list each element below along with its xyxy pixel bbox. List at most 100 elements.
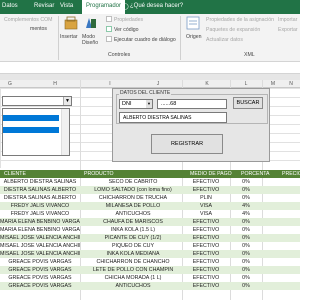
cell-producto[interactable]: INKA KOLA MEDIANA [84,251,182,257]
table-row[interactable]: MARIA ELENA BENBINO VARGAS INKA KOLA (1.5… [0,226,300,234]
formula-bar[interactable] [0,62,300,74]
cell-cliente[interactable]: GREACE POVIS VARGAS [0,267,80,273]
cell-medio-pago[interactable]: PLIN [182,195,230,201]
table-row[interactable]: GREACE POVIS VARGAS CHICHA MORADA (1 L) EF… [0,274,300,282]
register-button[interactable]: REGISTRAR [151,134,223,154]
cell-producto[interactable]: CHICHA MORADA (1 L) [84,275,182,281]
table-row[interactable]: MISAEL JOSE VALENCIA ANCHIRAICO PICANTE D… [0,234,300,242]
header-medio-pago[interactable]: MEDIO DE PAGO [190,171,232,177]
cell-producto[interactable]: INKA KOLA (1.5 L) [84,227,182,233]
table-row[interactable]: GREACE POVIS VARGAS LETE DE POLLO CON CHA… [0,266,300,274]
cell-medio-pago[interactable]: VISA [182,203,230,209]
chevron-down-icon[interactable]: ▼ [63,97,71,105]
cell-porcentaje[interactable]: 0% [231,283,261,289]
cell-producto[interactable]: PICANTE DE CUY (1/2) [84,235,182,241]
tab-programador[interactable]: Programador [82,0,126,14]
cell-cliente[interactable]: MISAEL JOSE VALENCIA ANCHIRAICO [0,235,80,241]
cell-cliente[interactable]: FREDY JALIS VIVANCO [0,203,80,209]
xml-source-icon[interactable] [186,16,200,30]
cell-medio-pago[interactable]: EFECTIVO [182,267,230,273]
toolbox-icon[interactable] [64,16,78,30]
cell-producto[interactable]: SECO DE CABRITO [84,179,182,185]
cell-medio-pago[interactable]: EFECTIVO [182,259,230,265]
view-code-button[interactable]: Ver código [114,27,139,33]
design-mode-icon[interactable] [84,16,98,30]
design-mode-button[interactable]: Modo Diseño [82,34,102,46]
cell-porcentaje[interactable]: 0% [231,235,261,241]
cell-porcentaje[interactable]: 0% [231,251,261,257]
cell-medio-pago[interactable]: EFECTIVO [182,243,230,249]
cell-producto[interactable]: LOMO SALTADO (con loma fino) [84,187,182,193]
table-row[interactable]: MISAEL JOSE VALENCIA ANCHIRAICO PIQUEO DE… [0,242,300,250]
cell-porcentaje[interactable]: 0% [231,179,261,185]
list-item-selected[interactable] [3,127,59,133]
table-row[interactable]: MISAEL JOSE VALENCIA ANCHIRAICO INKA KOLA… [0,250,300,258]
tab-datos[interactable]: Datos [2,3,18,9]
client-combobox[interactable]: ▼ [2,96,72,106]
cell-medio-pago[interactable]: EFECTIVO [182,227,230,233]
insert-button[interactable]: Insertar [60,34,78,40]
cell-medio-pago[interactable]: EFECTIVO [182,251,230,257]
expansion-packs-button[interactable]: Paquetes de expansión [206,27,260,33]
client-listbox[interactable] [2,108,70,156]
cell-porcentaje[interactable]: 0% [231,227,261,233]
map-properties-button[interactable]: Propiedades de la asignación [206,17,274,23]
cell-porcentaje[interactable]: 0% [231,259,261,265]
cell-porcentaje[interactable]: 0% [231,275,261,281]
cell-producto[interactable]: CHICHARRÓN DE CHANCHO [84,259,182,265]
client-name-field[interactable]: ALBERTO DIESTRA SALINAS [119,112,227,123]
cell-porcentaje[interactable]: 0% [231,219,261,225]
cell-medio-pago[interactable]: EFECTIVO [182,187,230,193]
cell-porcentaje[interactable]: 4% [231,211,261,217]
cell-producto[interactable]: MILANESA DE POLLO [84,203,182,209]
cell-porcentaje[interactable]: 0% [231,195,261,201]
cell-cliente[interactable]: MARIA ELENA BENBINO VARGAS [0,219,80,225]
cell-medio-pago[interactable]: EFECTIVO [182,275,230,281]
cell-porcentaje[interactable]: 0% [231,187,261,193]
run-dialog-button[interactable]: Ejecutar cuadro de diálogo [114,37,176,43]
table-row[interactable]: MARIA ELENA BENBINO VARGAS CHAUFA DE MARI… [0,218,300,226]
column-header[interactable]: G [0,81,20,87]
cell-medio-pago[interactable]: EFECTIVO [182,235,230,241]
cell-cliente[interactable]: GREACE POVIS VARGAS [0,275,80,281]
cell-producto[interactable]: LETE DE POLLO CON CHAMPIN [84,267,182,273]
tab-revisar[interactable]: Revisar [34,3,54,9]
properties-button[interactable]: Propiedades [114,17,143,23]
cell-medio-pago[interactable]: VISA [182,211,230,217]
column-header[interactable]: K [186,81,228,87]
tab-ayuda[interactable]: ◯ [122,3,129,10]
cell-producto[interactable]: CHAUFA DE MARISCOS [84,219,182,225]
header-producto[interactable]: PRODUCTO [84,171,114,177]
cell-cliente[interactable]: GREACE POVIS VARGAS [0,259,80,265]
table-row[interactable]: DIESTRA SALINAS ALBERTO LOMO SALTADO (con… [0,186,300,194]
tab-vista[interactable]: Vista [60,3,73,9]
cell-cliente[interactable]: GREACE POVIS VARGAS [0,283,80,289]
doc-number-input[interactable]: ......68 [157,99,227,109]
cell-medio-pago[interactable]: EFECTIVO [182,283,230,289]
listbox-scrollbar[interactable] [61,109,69,155]
column-header[interactable]: J [130,81,186,87]
cell-porcentaje[interactable]: 4% [231,203,261,209]
table-row[interactable]: DIESTRA SALINAS ALBERTO CHICHARRÓN DE TRU… [0,194,300,202]
export-button[interactable]: Exportar [278,27,298,33]
table-row[interactable]: GREACE POVIS VARGASANTICUCHOSEFECTIVO0%S… [0,282,300,290]
cell-cliente[interactable]: MARIA ELENA BENBINO VARGAS [0,227,80,233]
cell-cliente[interactable]: FREDY JALIS VIVANCO [0,211,80,217]
header-porcentaje[interactable]: PORCENTA [241,171,269,177]
cell-cliente[interactable]: MISAEL JOSE VALENCIA ANCHIRAICO [0,251,80,257]
cell-medio-pago[interactable]: EFECTIVO [182,219,230,225]
cell-medio-pago[interactable]: EFECTIVO [182,179,230,185]
column-header[interactable]: M [264,81,282,87]
cell-producto[interactable]: ANTICUCHOS [84,211,182,217]
cell-producto[interactable]: CHICHARRÓN DE TRUCHA [84,195,182,201]
import-button[interactable]: Importar [278,17,297,23]
cell-producto[interactable]: PIQUEO DE CUY [84,243,182,249]
refresh-data-button[interactable]: Actualizar datos [206,37,243,43]
table-row[interactable]: FREDY JALIS VIVANCOANTICUCHOSVISA4%S/16. [0,210,300,218]
help-search[interactable]: ¿Qué desea hacer? [130,3,183,9]
cell-cliente[interactable]: DIESTRA SALINAS ALBERTO [0,187,80,193]
cell-cliente[interactable]: DIESTRA SALINAS ALBERTO [0,195,80,201]
cell-porcentaje[interactable]: 0% [231,267,261,273]
search-button[interactable]: BUSCAR [233,97,263,109]
source-button[interactable]: Origen [186,34,202,40]
